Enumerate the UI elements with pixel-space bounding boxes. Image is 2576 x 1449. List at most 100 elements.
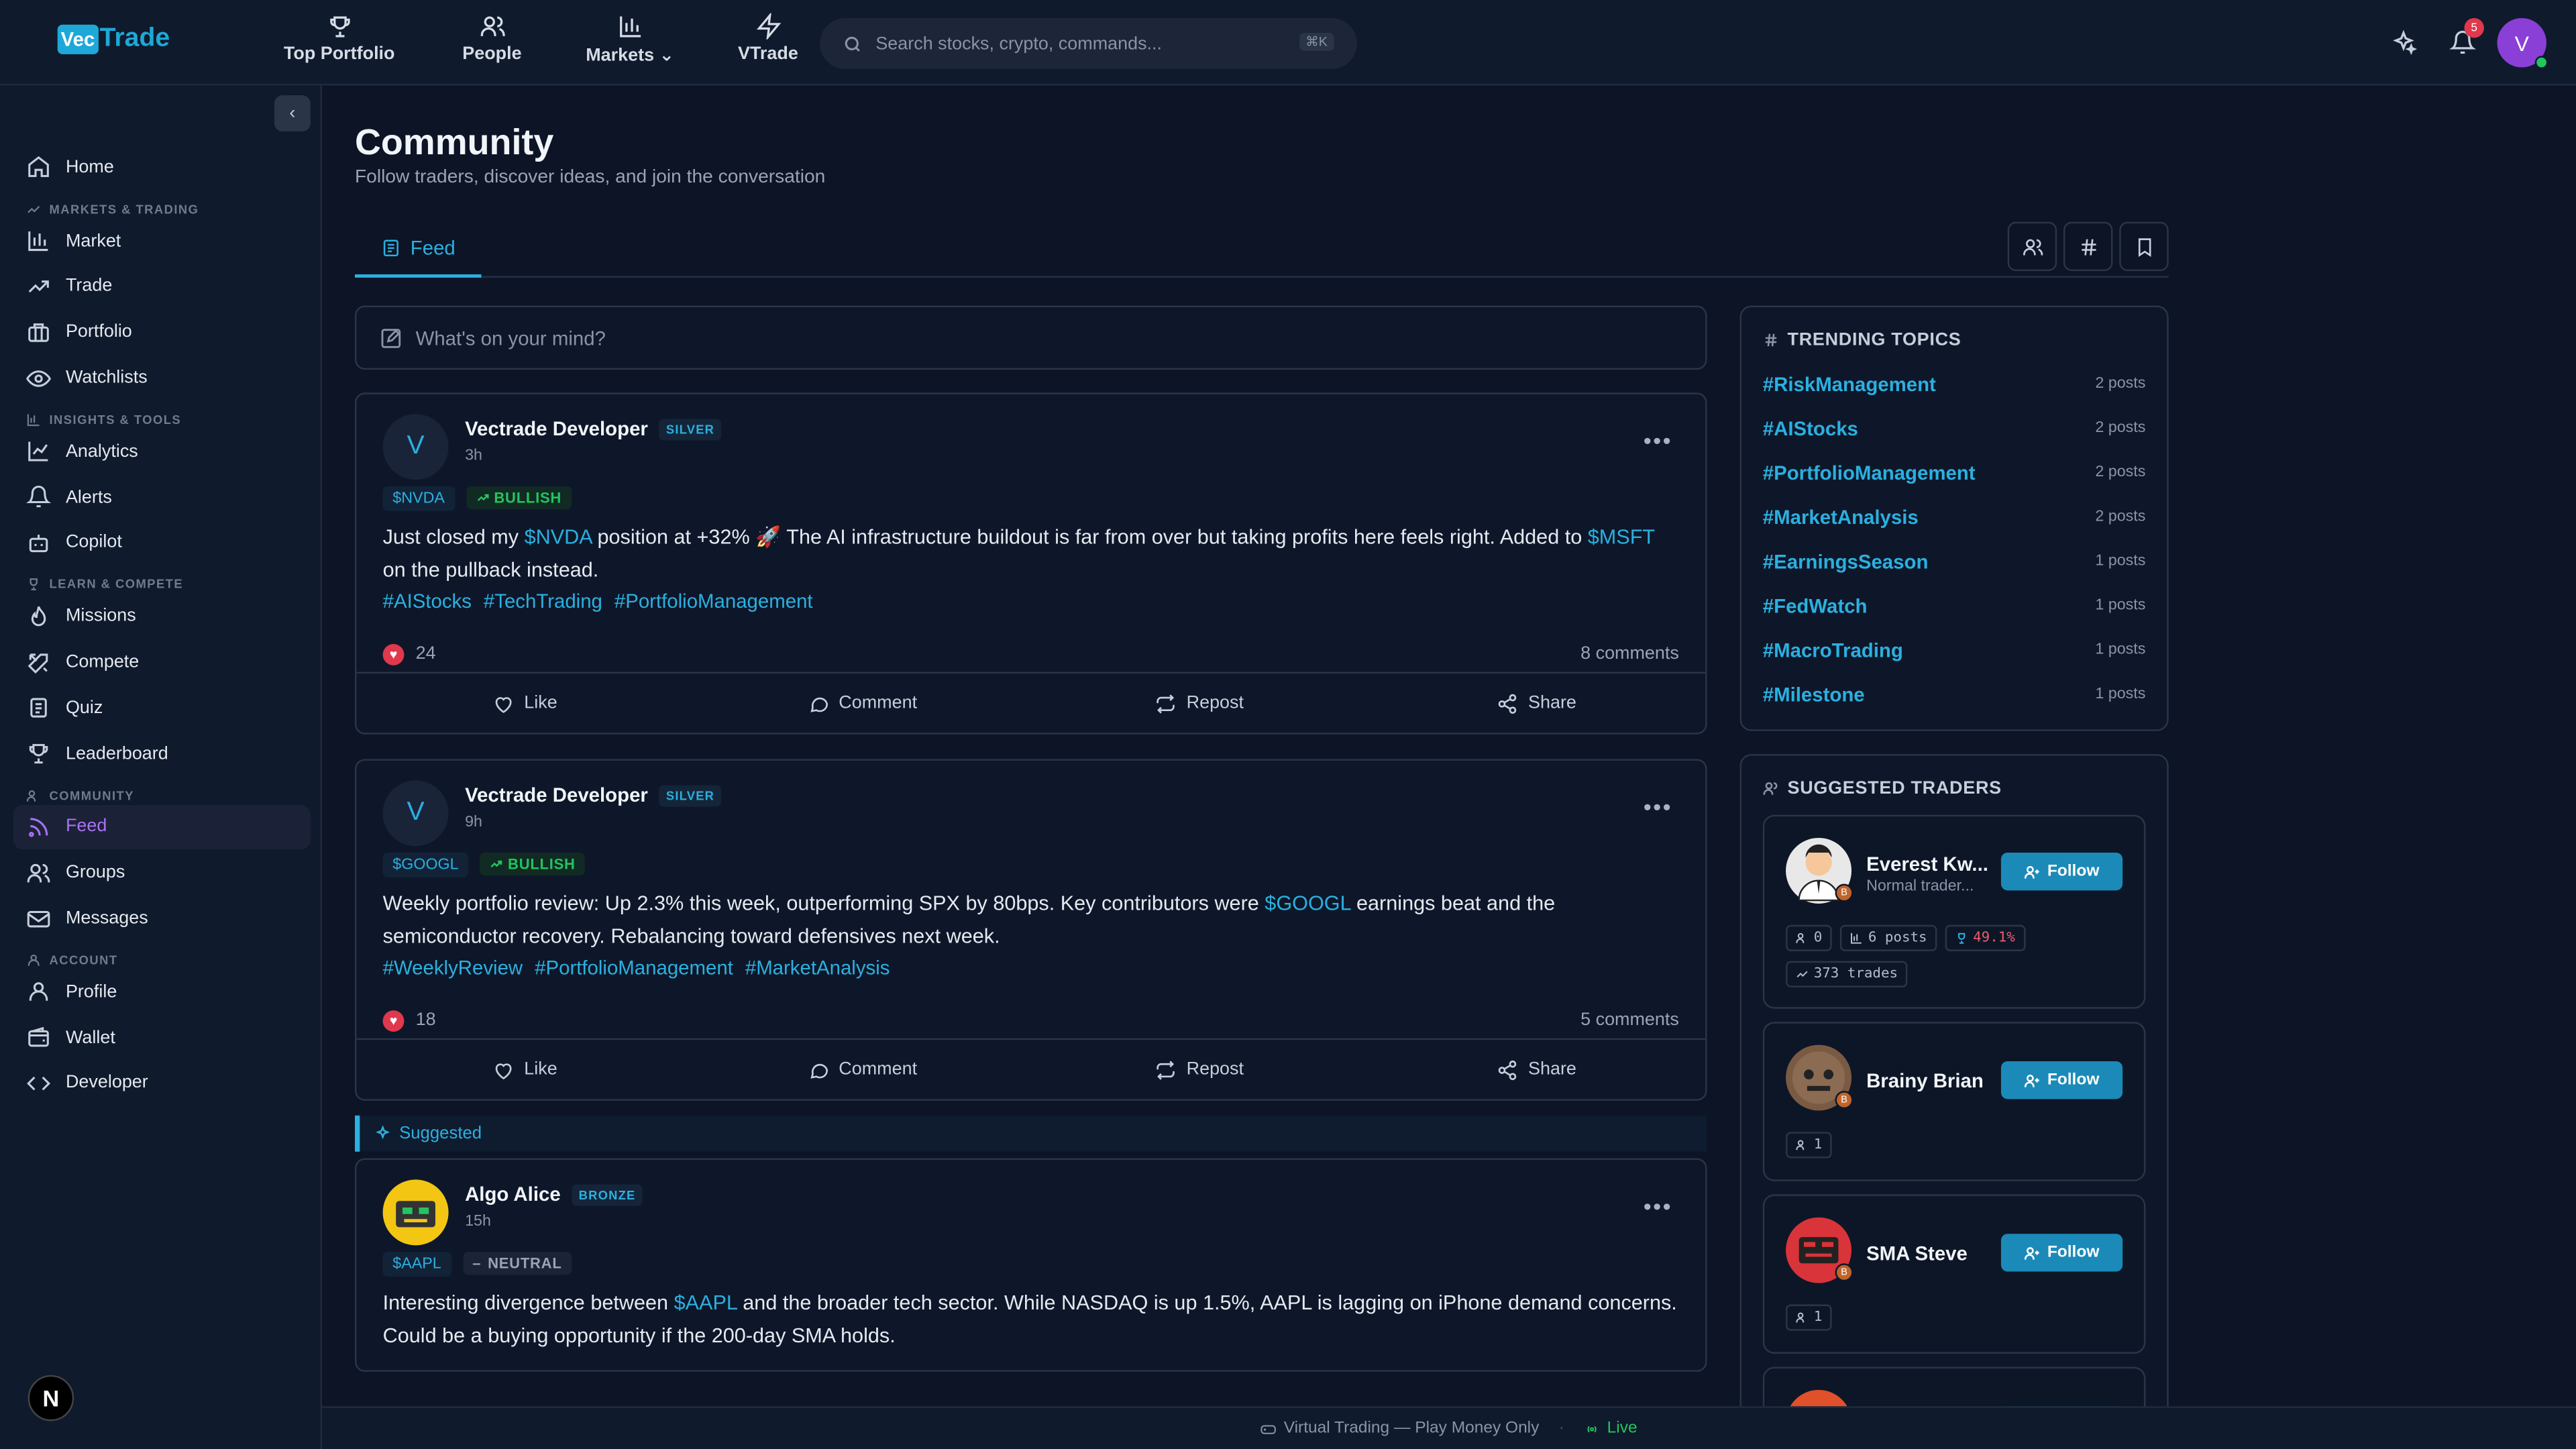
topic-name: #MacroTrading: [1762, 638, 1903, 661]
author-name[interactable]: Algo Alice BRONZE: [465, 1183, 643, 1206]
hashtag-link[interactable]: #PortfolioManagement: [535, 956, 733, 979]
share-button[interactable]: Share: [1368, 692, 1705, 714]
topic-row[interactable]: #MacroTrading 1 posts: [1763, 628, 2146, 672]
people-tab-button[interactable]: [2007, 221, 2057, 272]
sidebar-item-developer[interactable]: Developer: [13, 1061, 311, 1106]
chevron-left-icon: ‹: [289, 103, 296, 123]
post-composer[interactable]: What's on your mind?: [354, 305, 1707, 370]
topic-name: #RiskManagement: [1762, 372, 1936, 395]
sidebar-item-compete[interactable]: Compete: [13, 639, 311, 685]
like-button[interactable]: Like: [356, 1059, 694, 1080]
topnav-people[interactable]: People: [416, 13, 569, 66]
topic-row[interactable]: #AIStocks 2 posts: [1763, 406, 2146, 450]
sidebar-item-groups[interactable]: Groups: [13, 850, 311, 896]
sidebar-item-analytics[interactable]: Analytics: [13, 429, 311, 474]
follow-button[interactable]: Follow: [2000, 1061, 2123, 1099]
ticker-tag[interactable]: $GOOGL: [382, 851, 469, 877]
hashtag-link[interactable]: #MarketAnalysis: [745, 956, 890, 979]
tier-b-badge: B: [1835, 883, 1854, 902]
author-avatar[interactable]: [382, 1179, 449, 1246]
sidebar-item-missions[interactable]: Missions: [13, 594, 311, 639]
sidebar-item-feed[interactable]: Feed: [13, 804, 311, 851]
topic-row[interactable]: #FedWatch 1 posts: [1763, 583, 2146, 627]
sidebar-item-wallet[interactable]: Wallet: [13, 1015, 311, 1061]
topnav-label: People: [462, 44, 522, 64]
author-name[interactable]: Vectrade Developer SILVER: [465, 784, 721, 806]
trader-card[interactable]: B SMA Steve Follow 1: [1762, 1194, 2146, 1354]
ticker-mention[interactable]: $MSFT: [1588, 526, 1655, 549]
user-avatar[interactable]: V: [2497, 17, 2548, 69]
ticker-mention[interactable]: $AAPL: [674, 1291, 737, 1314]
post-stats: ♥ 18 5 comments: [382, 1002, 1679, 1038]
search-input[interactable]: [875, 34, 1287, 54]
heart-icon: [495, 696, 512, 712]
topnav-markets[interactable]: Markets ⌄: [568, 13, 692, 66]
n-badge-icon[interactable]: N: [28, 1375, 74, 1421]
comment-count[interactable]: 8 comments: [1580, 644, 1679, 663]
follow-button[interactable]: Follow: [2000, 1234, 2123, 1272]
search-shortcut: ⌘K: [1299, 32, 1334, 51]
topnav-top-portfolio[interactable]: Top Portfolio: [263, 13, 416, 66]
comment-count[interactable]: 5 comments: [1580, 1010, 1679, 1030]
comment-button[interactable]: Comment: [694, 692, 1031, 714]
sidebar-item-quiz[interactable]: Quiz: [13, 685, 311, 731]
section-account: ACCOUNT: [13, 941, 311, 969]
repost-button[interactable]: Repost: [1031, 1059, 1368, 1080]
topic-count: 1 posts: [2095, 641, 2146, 659]
topic-row[interactable]: #MarketAnalysis 2 posts: [1763, 494, 2146, 539]
hashtag-link[interactable]: #TechTrading: [484, 590, 602, 612]
sidebar-item-profile[interactable]: Profile: [13, 969, 311, 1015]
more-options-icon[interactable]: •••: [1644, 794, 1672, 820]
topic-row[interactable]: #EarningsSeason 1 posts: [1763, 539, 2146, 583]
followers-chip: 0: [1786, 924, 1832, 951]
follow-button[interactable]: Follow: [2000, 853, 2123, 891]
ticker-mention[interactable]: $GOOGL: [1265, 892, 1350, 915]
author-avatar[interactable]: V: [382, 780, 449, 847]
sidebar-item-portfolio[interactable]: Portfolio: [13, 309, 311, 355]
trader-card[interactable]: B Everest Kw... Normal trader... Follow …: [1762, 814, 2146, 1009]
sidebar-item-alerts[interactable]: Alerts: [13, 474, 311, 520]
tab-feed[interactable]: Feed: [354, 222, 482, 278]
more-options-icon[interactable]: •••: [1644, 1193, 1672, 1219]
author-name[interactable]: Vectrade Developer SILVER: [465, 417, 721, 440]
sidebar-item-watchlists[interactable]: Watchlists: [13, 355, 311, 400]
sidebar-item-trade[interactable]: Trade: [13, 264, 311, 309]
topic-row[interactable]: #PortfolioManagement 2 posts: [1763, 450, 2146, 494]
ai-sparkle-button[interactable]: [2379, 18, 2428, 67]
ticker-tag[interactable]: $AAPL: [382, 1250, 451, 1276]
comment-button[interactable]: Comment: [694, 1059, 1031, 1080]
sidebar-item-messages[interactable]: Messages: [13, 896, 311, 941]
tab-icon-buttons: [2001, 221, 2169, 272]
share-button[interactable]: Share: [1368, 1059, 1705, 1080]
sidebar-item-home[interactable]: Home: [13, 145, 311, 191]
trader-card[interactable]: B Brainy Brian Follow 1: [1762, 1022, 2147, 1181]
bookmark-tab-button[interactable]: [2119, 221, 2169, 272]
collapse-sidebar-button[interactable]: ‹: [274, 95, 311, 131]
repost-button[interactable]: Repost: [1031, 692, 1368, 714]
hashtag-link[interactable]: #PortfolioManagement: [614, 590, 813, 612]
logo[interactable]: Vec Trade: [57, 24, 170, 54]
sidebar-item-copilot[interactable]: Copilot: [13, 520, 311, 566]
more-options-icon[interactable]: •••: [1644, 427, 1672, 453]
topic-name: #MarketAnalysis: [1762, 505, 1919, 529]
repost-icon: [1157, 693, 1175, 713]
hashtag-tab-button[interactable]: [2063, 221, 2113, 272]
ticker-tag[interactable]: $NVDA: [382, 485, 455, 511]
sidebar-item-label: Trade: [65, 276, 113, 297]
topic-list: #RiskManagement 2 posts #AIStocks 2 posts …: [1763, 362, 2146, 716]
heart-icon: ♥: [382, 1009, 405, 1031]
author-avatar[interactable]: V: [382, 414, 449, 480]
sidebar-item-label: Alerts: [65, 487, 112, 507]
hashtag-link[interactable]: #WeeklyReview: [383, 956, 523, 979]
ticker-mention[interactable]: $NVDA: [525, 526, 592, 549]
sidebar-item-leaderboard[interactable]: Leaderboard: [13, 731, 311, 776]
search-bar[interactable]: ⌘K: [820, 17, 1357, 69]
topic-row[interactable]: #RiskManagement 2 posts: [1763, 362, 2146, 406]
trader-stats: 1: [1786, 1132, 2147, 1168]
sidebar-item-market[interactable]: Market: [13, 218, 311, 264]
hashtag-link[interactable]: #AIStocks: [383, 590, 472, 612]
like-button[interactable]: Like: [356, 692, 694, 714]
topic-row[interactable]: #Milestone 1 posts: [1763, 672, 2146, 716]
notifications-button[interactable]: 5: [2438, 17, 2487, 67]
section-community: COMMUNITY: [13, 776, 311, 804]
